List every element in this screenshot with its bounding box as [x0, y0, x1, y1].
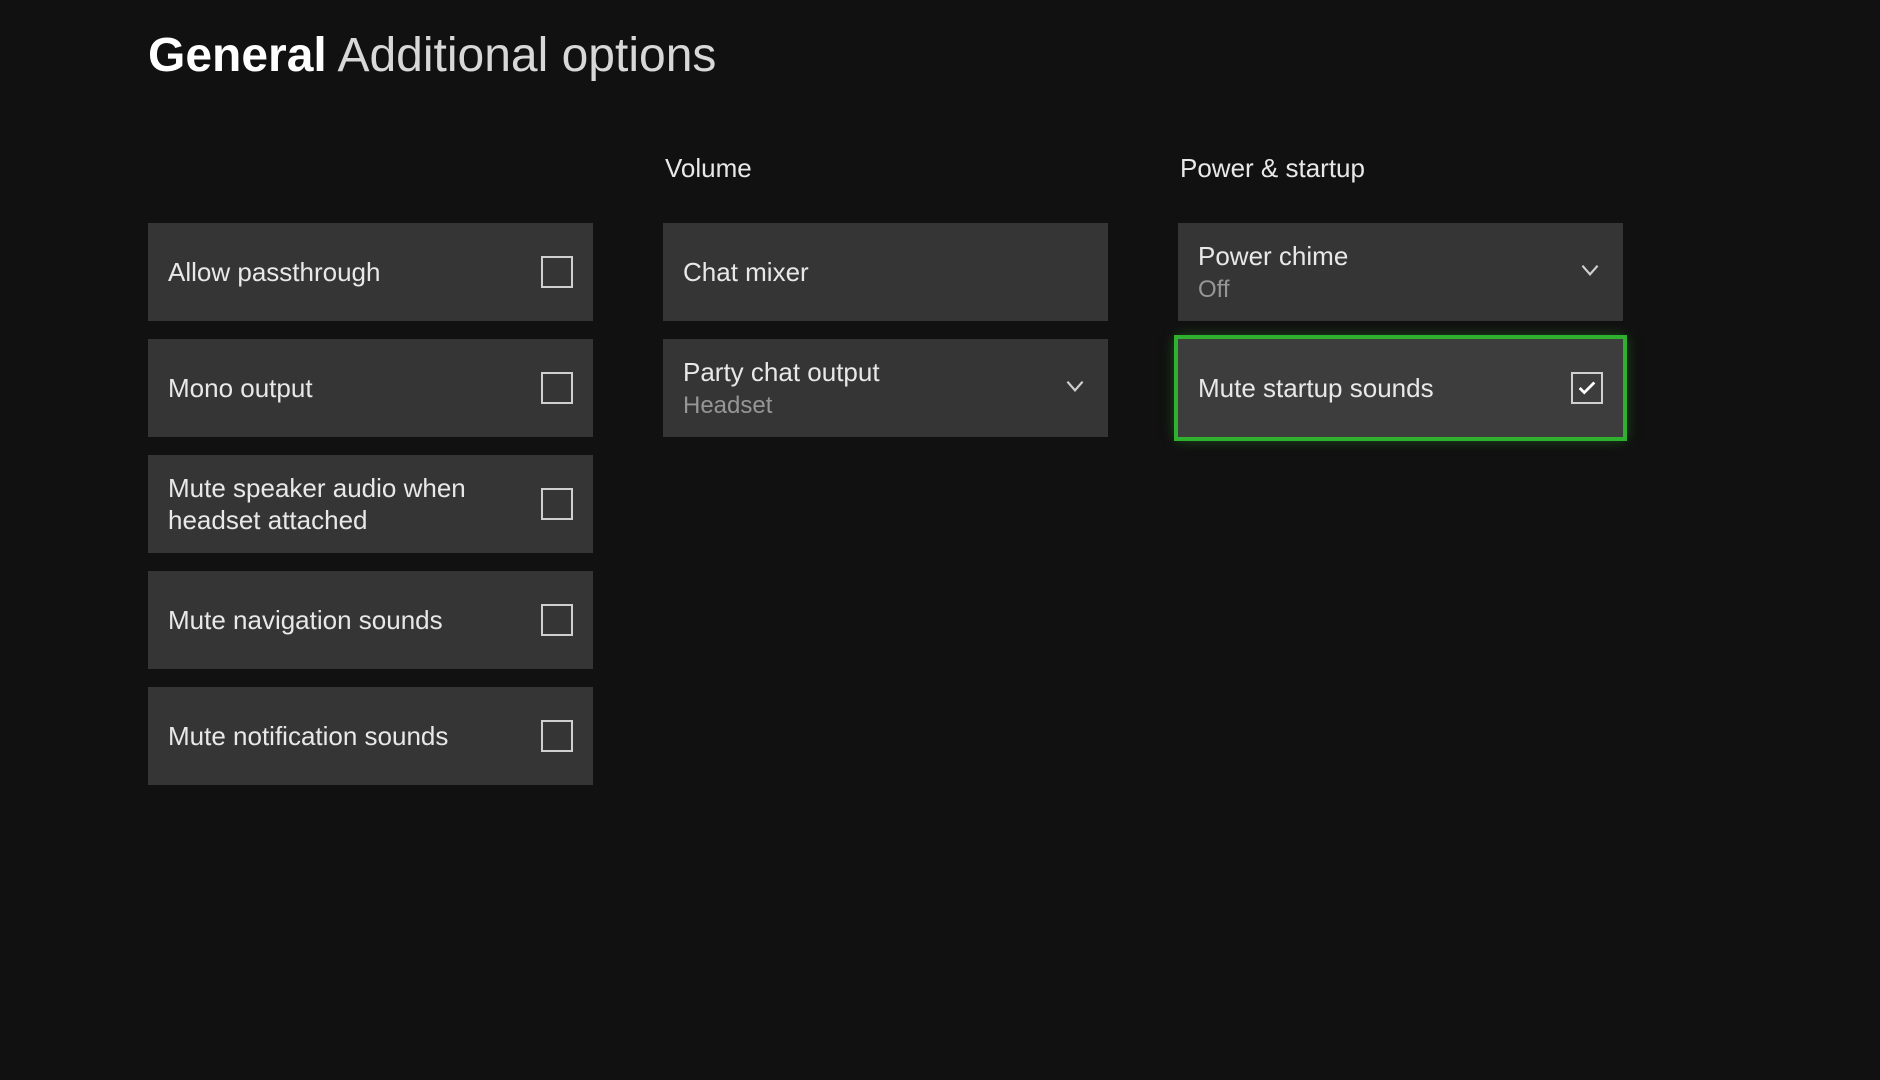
mute-speaker-audio-tile[interactable]: Mute speaker audio when headset attached	[148, 455, 593, 553]
power-chime-text: Power chime Off	[1198, 240, 1348, 305]
mute-speaker-audio-label: Mute speaker audio when headset attached	[168, 472, 498, 537]
page-header: General Additional options	[0, 0, 1880, 83]
page-title-bold: General	[148, 29, 327, 82]
mute-speaker-audio-checkbox[interactable]	[541, 488, 573, 520]
page-title-rest: Additional options	[337, 29, 716, 82]
power-startup-column: Power & startup Power chime Off Mute sta…	[1178, 153, 1623, 803]
chat-mixer-tile[interactable]: Chat mixer	[663, 223, 1108, 321]
mono-output-tile[interactable]: Mono output	[148, 339, 593, 437]
chevron-down-icon	[1062, 373, 1088, 404]
power-chime-value: Off	[1198, 276, 1348, 304]
mono-output-checkbox[interactable]	[541, 372, 573, 404]
mute-navigation-sounds-tile[interactable]: Mute navigation sounds	[148, 571, 593, 669]
volume-column: Volume Chat mixer Party chat output Head…	[663, 153, 1108, 803]
page-title: General Additional options	[148, 28, 1880, 83]
allow-passthrough-label: Allow passthrough	[168, 256, 380, 289]
party-chat-output-value: Headset	[683, 392, 880, 420]
chevron-down-icon	[1577, 257, 1603, 288]
power-chime-tile[interactable]: Power chime Off	[1178, 223, 1623, 321]
mute-navigation-sounds-checkbox[interactable]	[541, 604, 573, 636]
mute-notification-sounds-tile[interactable]: Mute notification sounds	[148, 687, 593, 785]
checkmark-icon	[1576, 377, 1598, 399]
mute-notification-sounds-checkbox[interactable]	[541, 720, 573, 752]
party-chat-output-text: Party chat output Headset	[683, 356, 880, 421]
audio-column: . Allow passthrough Mono output Mute spe…	[148, 153, 593, 803]
power-startup-column-header: Power & startup	[1178, 153, 1623, 185]
mute-notification-sounds-label: Mute notification sounds	[168, 720, 448, 753]
allow-passthrough-tile[interactable]: Allow passthrough	[148, 223, 593, 321]
party-chat-output-tile[interactable]: Party chat output Headset	[663, 339, 1108, 437]
mute-startup-sounds-label: Mute startup sounds	[1198, 372, 1434, 405]
chat-mixer-label: Chat mixer	[683, 256, 809, 289]
mute-startup-sounds-checkbox[interactable]	[1571, 372, 1603, 404]
mute-startup-sounds-tile[interactable]: Mute startup sounds	[1178, 339, 1623, 437]
mute-navigation-sounds-label: Mute navigation sounds	[168, 604, 443, 637]
volume-column-header: Volume	[663, 153, 1108, 185]
mono-output-label: Mono output	[168, 372, 313, 405]
power-chime-label: Power chime	[1198, 240, 1348, 273]
allow-passthrough-checkbox[interactable]	[541, 256, 573, 288]
party-chat-output-label: Party chat output	[683, 356, 880, 389]
content-area: . Allow passthrough Mono output Mute spe…	[0, 83, 1880, 803]
